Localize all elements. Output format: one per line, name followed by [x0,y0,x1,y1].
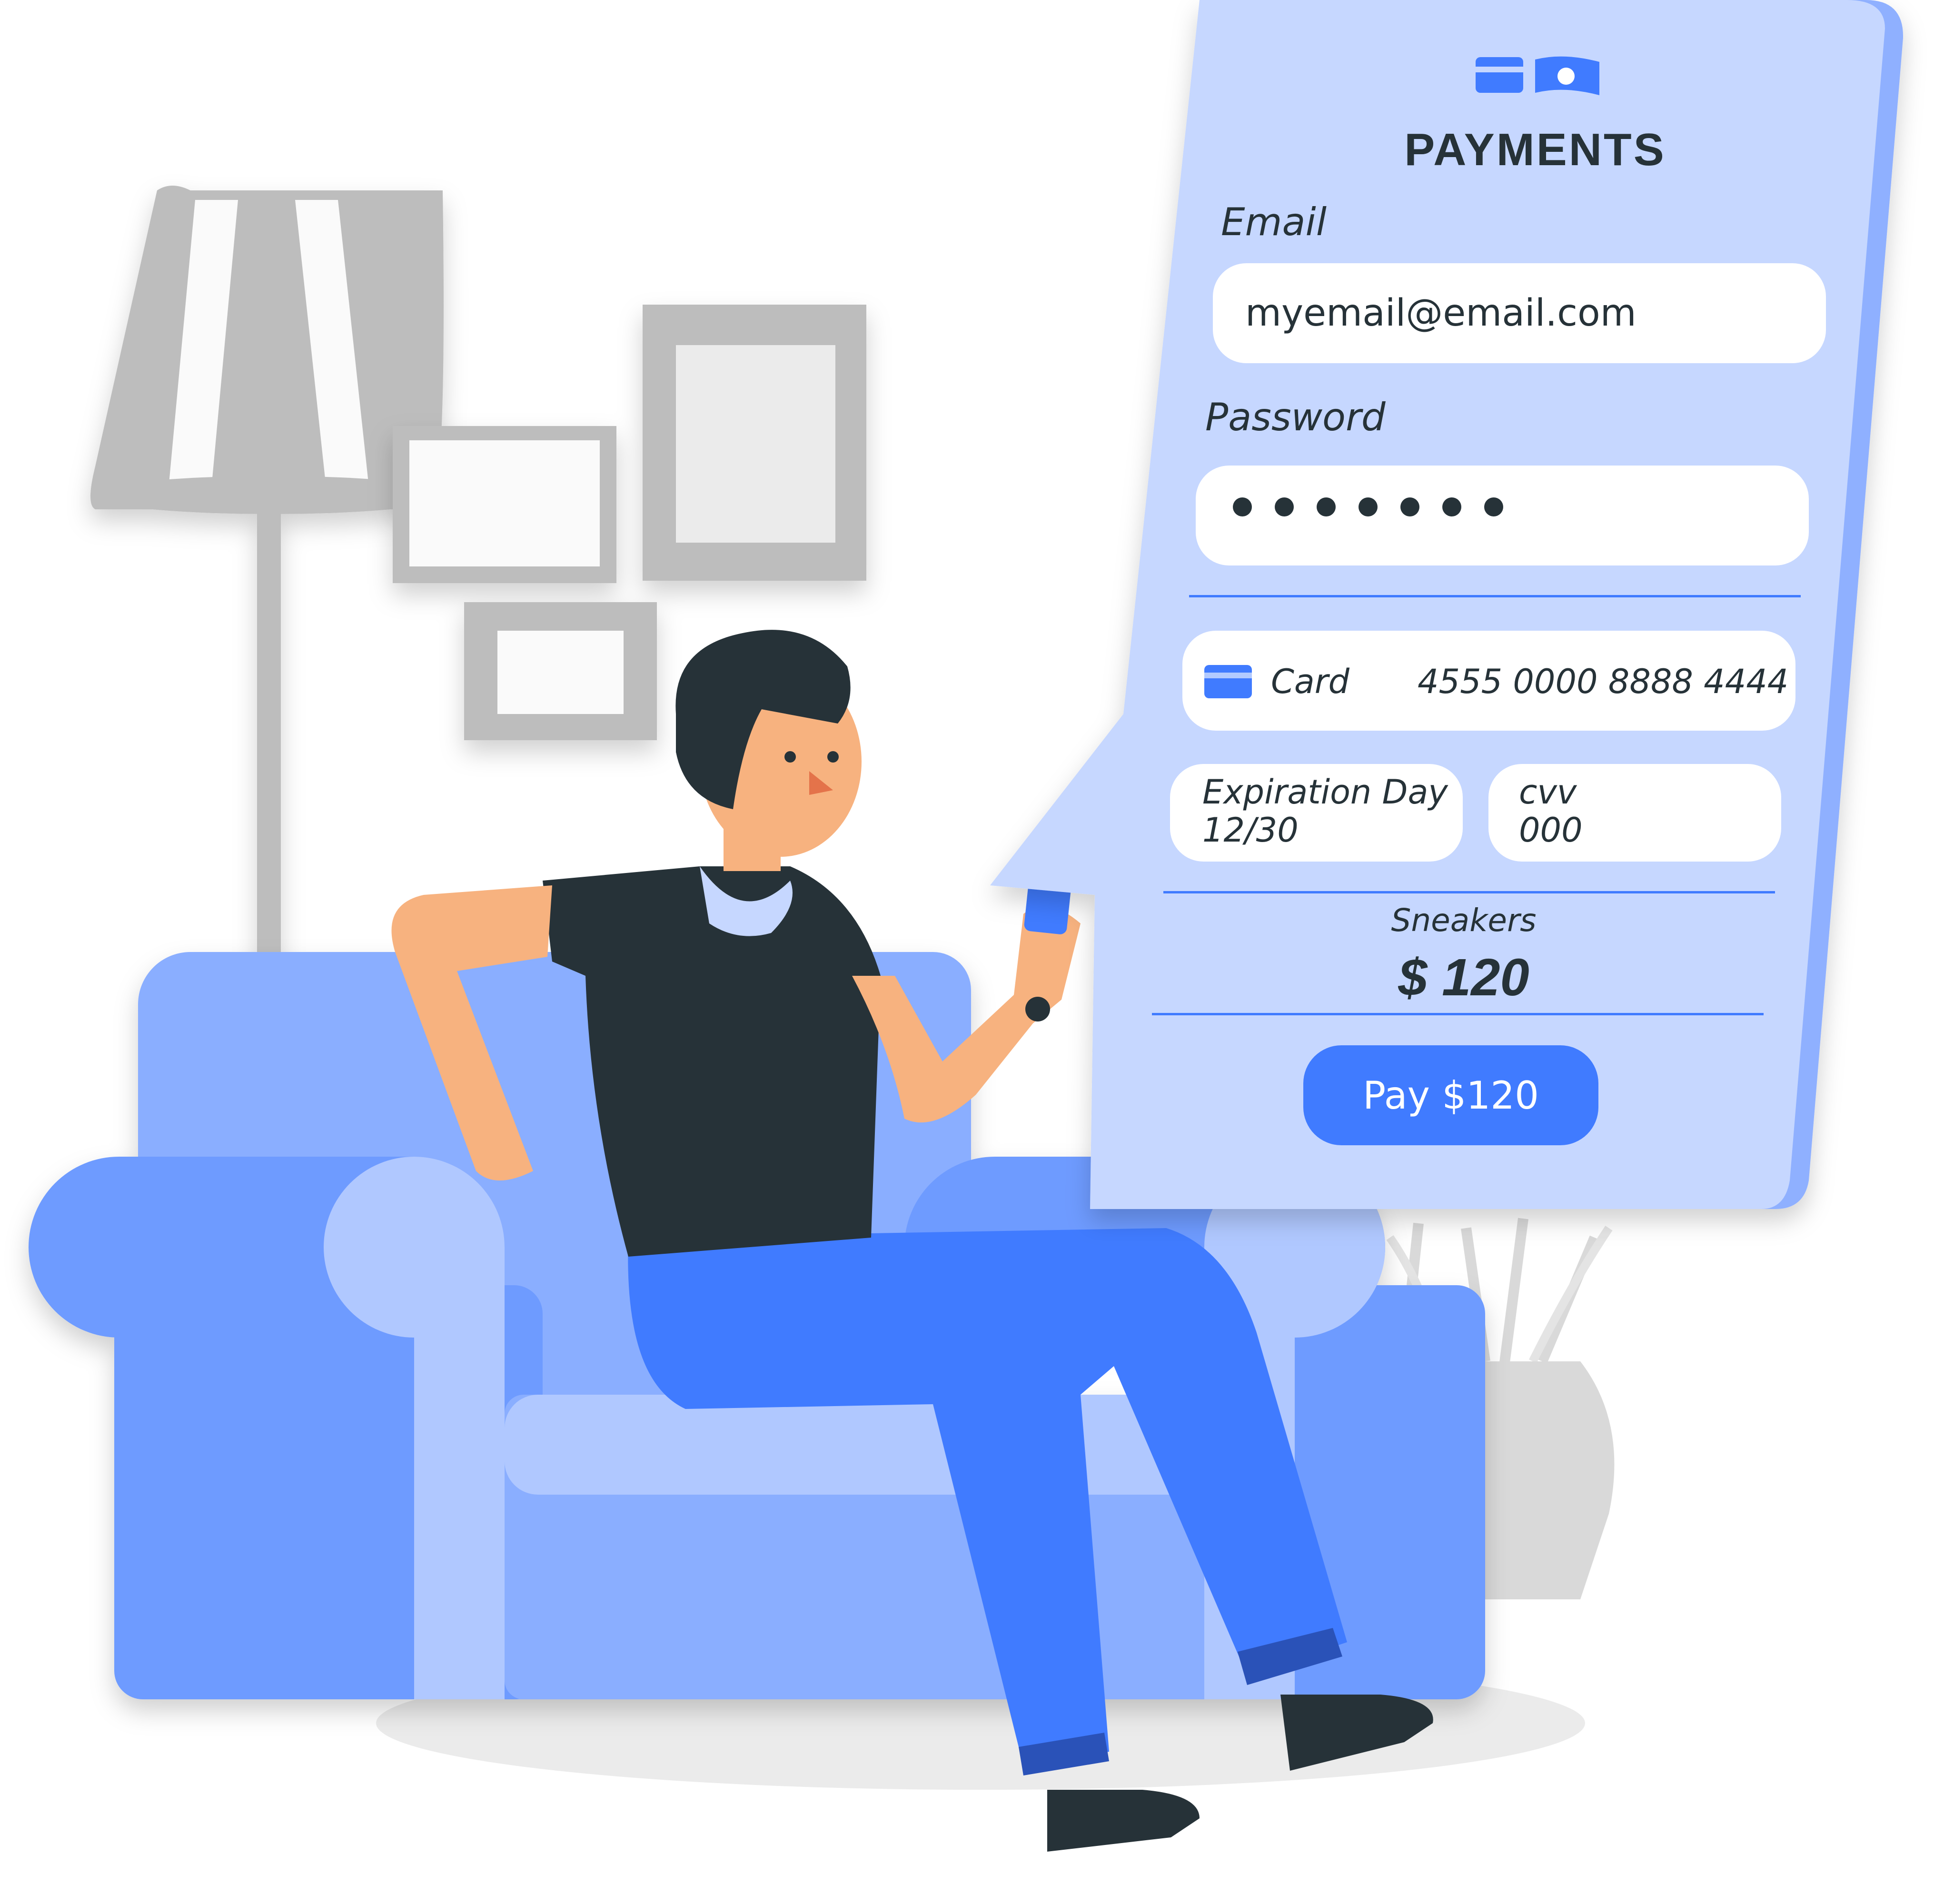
password-dot [1442,497,1461,516]
password-dot [1400,497,1419,516]
card-label: Card [1271,662,1349,701]
email-value: myemail@email.com [1245,292,1636,335]
cvv-value: 000 [1519,811,1583,850]
cvv-field[interactable]: cvv 000 [1488,764,1781,862]
divider [1189,595,1801,597]
password-dot [1233,497,1252,516]
divider [1163,891,1775,893]
password-dot [1484,497,1503,516]
password-dot [1359,497,1378,516]
card-number: 4555 0000 8888 4444 [1418,662,1789,701]
cvv-label: cvv [1519,773,1577,812]
divider [1152,1013,1764,1015]
payment-form [1090,0,1899,1214]
product-name: Sneakers [1391,902,1537,939]
expiration-value: 12/30 [1202,811,1299,850]
password-dot [1275,497,1294,516]
email-field[interactable]: myemail@email.com [1213,263,1826,363]
expiration-label: Expiration Day [1202,773,1448,812]
pay-button[interactable]: Pay $120 [1303,1045,1598,1145]
password-label: Password [1205,395,1386,439]
card-number-field[interactable]: Card 4555 0000 8888 4444 [1182,631,1795,731]
product-price: $ 120 [1398,948,1529,1007]
expiration-field[interactable]: Expiration Day 12/30 [1170,764,1463,862]
email-label: Email [1221,200,1327,244]
payments-title: PAYMENTS [1404,124,1666,175]
password-dot [1317,497,1336,516]
credit-card-icon [1204,665,1252,698]
password-mask [1233,497,1503,516]
